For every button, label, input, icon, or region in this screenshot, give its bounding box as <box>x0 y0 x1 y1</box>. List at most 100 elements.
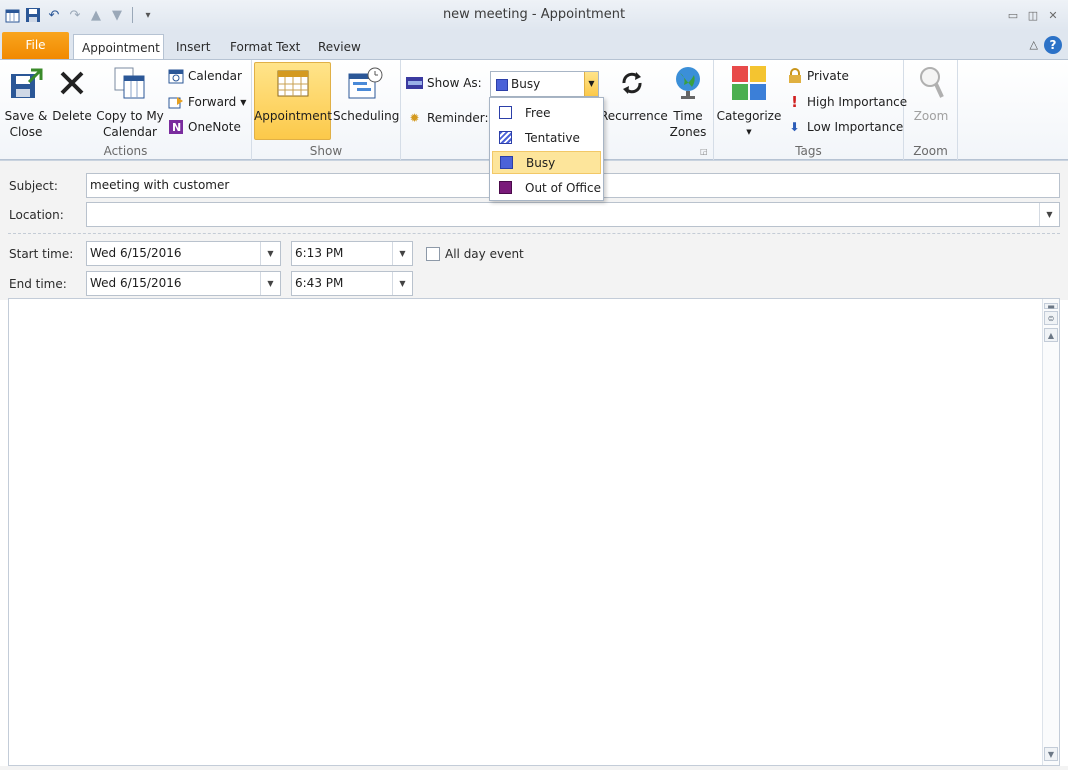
show-as-option-tentative[interactable]: Tentative <box>492 126 601 149</box>
help-icon[interactable]: ? <box>1044 36 1062 54</box>
end-date-value: Wed 6/15/2016 <box>90 276 182 290</box>
save-close-label-1: Save & <box>4 109 48 123</box>
high-importance-button[interactable]: ! High Importance <box>786 91 907 113</box>
minimize-ribbon-icon[interactable]: △ <box>1030 38 1038 51</box>
subject-value: meeting with customer <box>90 178 230 192</box>
all-day-label: All day event <box>445 247 524 261</box>
chevron-down-icon: ▼ <box>746 128 752 136</box>
show-as-select[interactable]: Busy ▼ <box>490 71 599 97</box>
option-label: Free <box>525 105 551 120</box>
show-as-option-busy[interactable]: Busy <box>492 151 601 174</box>
chevron-down-icon[interactable]: ▼ <box>392 242 412 265</box>
start-time-label: Start time: <box>9 247 74 261</box>
all-day-checkbox[interactable] <box>426 247 440 261</box>
start-date-field[interactable]: Wed 6/15/2016 ▼ <box>86 241 281 266</box>
show-as-label-group: Show As: <box>406 72 482 94</box>
chevron-down-icon[interactable]: ▼ <box>1039 203 1059 226</box>
busy-swatch <box>500 156 513 169</box>
calendar-button[interactable]: Calendar <box>167 65 242 87</box>
tentative-swatch <box>499 131 512 144</box>
location-label: Location: <box>9 208 64 222</box>
group-label-zoom: Zoom <box>913 144 948 158</box>
chevron-down-icon[interactable]: ▼ <box>260 272 280 295</box>
tab-insert[interactable]: Insert <box>168 34 218 60</box>
option-label: Out of Office <box>525 180 601 195</box>
scroll-down-icon[interactable]: ▼ <box>1044 747 1058 761</box>
scroll-grip-icon[interactable]: ▬ <box>1044 303 1058 311</box>
exclamation-icon: ! <box>791 93 798 111</box>
notes-body[interactable]: ▬ ⊜ ▲ ▼ <box>8 298 1060 766</box>
copy-to-my-calendar-button[interactable]: Copy to My Calendar <box>95 62 165 140</box>
chevron-down-icon[interactable]: ▼ <box>584 72 598 96</box>
end-time-label: End time: <box>9 277 67 291</box>
ruler-toggle-icon[interactable]: ⊜ <box>1044 311 1058 325</box>
save-close-button[interactable]: Save & Close <box>3 62 49 140</box>
recurrence-button[interactable]: Recurrence <box>600 62 668 124</box>
appointment-button[interactable]: Appointment <box>254 62 332 124</box>
forward-icon <box>167 94 184 111</box>
onenote-icon: N <box>167 119 184 136</box>
recurrence-label: Recurrence <box>600 109 668 123</box>
show-as-option-free[interactable]: Free <box>492 101 601 124</box>
ribbon-tabs: File Appointment Insert Format Text Revi… <box>0 31 1068 60</box>
time-zones-label-1: Time <box>673 109 703 123</box>
scheduling-button[interactable]: Scheduling <box>333 62 399 124</box>
end-date-field[interactable]: Wed 6/15/2016 ▼ <box>86 271 281 296</box>
bell-icon: ✹ <box>409 111 420 125</box>
delete-label: Delete <box>52 109 92 123</box>
subject-label: Subject: <box>9 179 58 193</box>
minimize-icon[interactable]: ▭ <box>1006 8 1020 22</box>
window-title: new meeting - Appointment <box>442 7 626 22</box>
low-importance-button[interactable]: ⬇ Low Importance <box>786 116 903 138</box>
restore-icon[interactable]: ◫ <box>1026 8 1040 22</box>
high-importance-label: High Importance <box>807 95 908 109</box>
chevron-down-icon: ▼ <box>240 97 247 107</box>
start-time-field[interactable]: 6:13 PM ▼ <box>291 241 413 266</box>
forward-label: Forward <box>188 95 237 109</box>
private-button[interactable]: Private <box>786 65 849 87</box>
window-controls: ▭ ◫ ✕ <box>1006 8 1060 22</box>
onenote-button[interactable]: N OneNote <box>167 116 241 138</box>
window-bottom-border <box>0 766 1068 770</box>
show-as-label: Show As: <box>427 76 482 90</box>
tab-format-text[interactable]: Format Text <box>222 34 308 60</box>
tab-file[interactable]: File <box>2 32 69 59</box>
recurrence-icon <box>614 64 650 102</box>
tab-review[interactable]: Review <box>310 34 369 60</box>
out-of-office-swatch <box>499 181 512 194</box>
categorize-button[interactable]: Categorize ▼ <box>716 62 782 140</box>
chevron-down-icon[interactable]: ▼ <box>260 242 280 265</box>
calendar-icon <box>167 68 184 85</box>
chevron-down-icon[interactable]: ▼ <box>392 272 412 295</box>
save-close-icon <box>8 64 44 102</box>
calendar-label: Calendar <box>188 69 242 83</box>
location-field[interactable]: ▼ <box>86 202 1060 227</box>
time-zones-button[interactable]: Time Zones <box>666 62 710 140</box>
form-divider <box>8 233 1060 234</box>
save-close-label-2: Close <box>9 125 43 139</box>
down-arrow-icon: ⬇ <box>789 120 800 134</box>
group-label-tags: Tags <box>795 144 822 158</box>
copy-calendar-icon <box>112 64 148 102</box>
forward-button[interactable]: Forward ▼ <box>167 91 246 113</box>
copy-label-1: Copy to My <box>96 109 164 123</box>
scroll-up-icon[interactable]: ▲ <box>1044 328 1058 342</box>
appointment-label: Appointment <box>254 109 332 123</box>
lock-icon <box>786 68 803 85</box>
zoom-button[interactable]: Zoom <box>906 62 956 124</box>
close-icon[interactable]: ✕ <box>1046 8 1060 22</box>
categorize-label: Categorize <box>716 109 782 123</box>
end-time-field[interactable]: 6:43 PM ▼ <box>291 271 413 296</box>
delete-button[interactable]: Delete <box>52 62 92 124</box>
free-swatch <box>499 106 512 119</box>
show-as-option-out-of-office[interactable]: Out of Office <box>492 176 601 199</box>
group-actions: Save & Close Delete Copy to My Calendar … <box>0 60 252 160</box>
onenote-label: OneNote <box>188 120 241 134</box>
options-dialog-launcher-icon[interactable]: ◲ <box>700 147 708 156</box>
option-label: Busy <box>526 155 556 170</box>
show-as-dropdown: Free Tentative Busy Out of Office <box>489 97 604 201</box>
reminder-label: Reminder: <box>427 111 489 125</box>
tab-appointment[interactable]: Appointment <box>73 34 164 60</box>
vertical-scrollbar[interactable]: ▬ ⊜ ▲ ▼ <box>1042 299 1059 765</box>
reminder-label-group: ✹ Reminder: <box>406 107 489 129</box>
